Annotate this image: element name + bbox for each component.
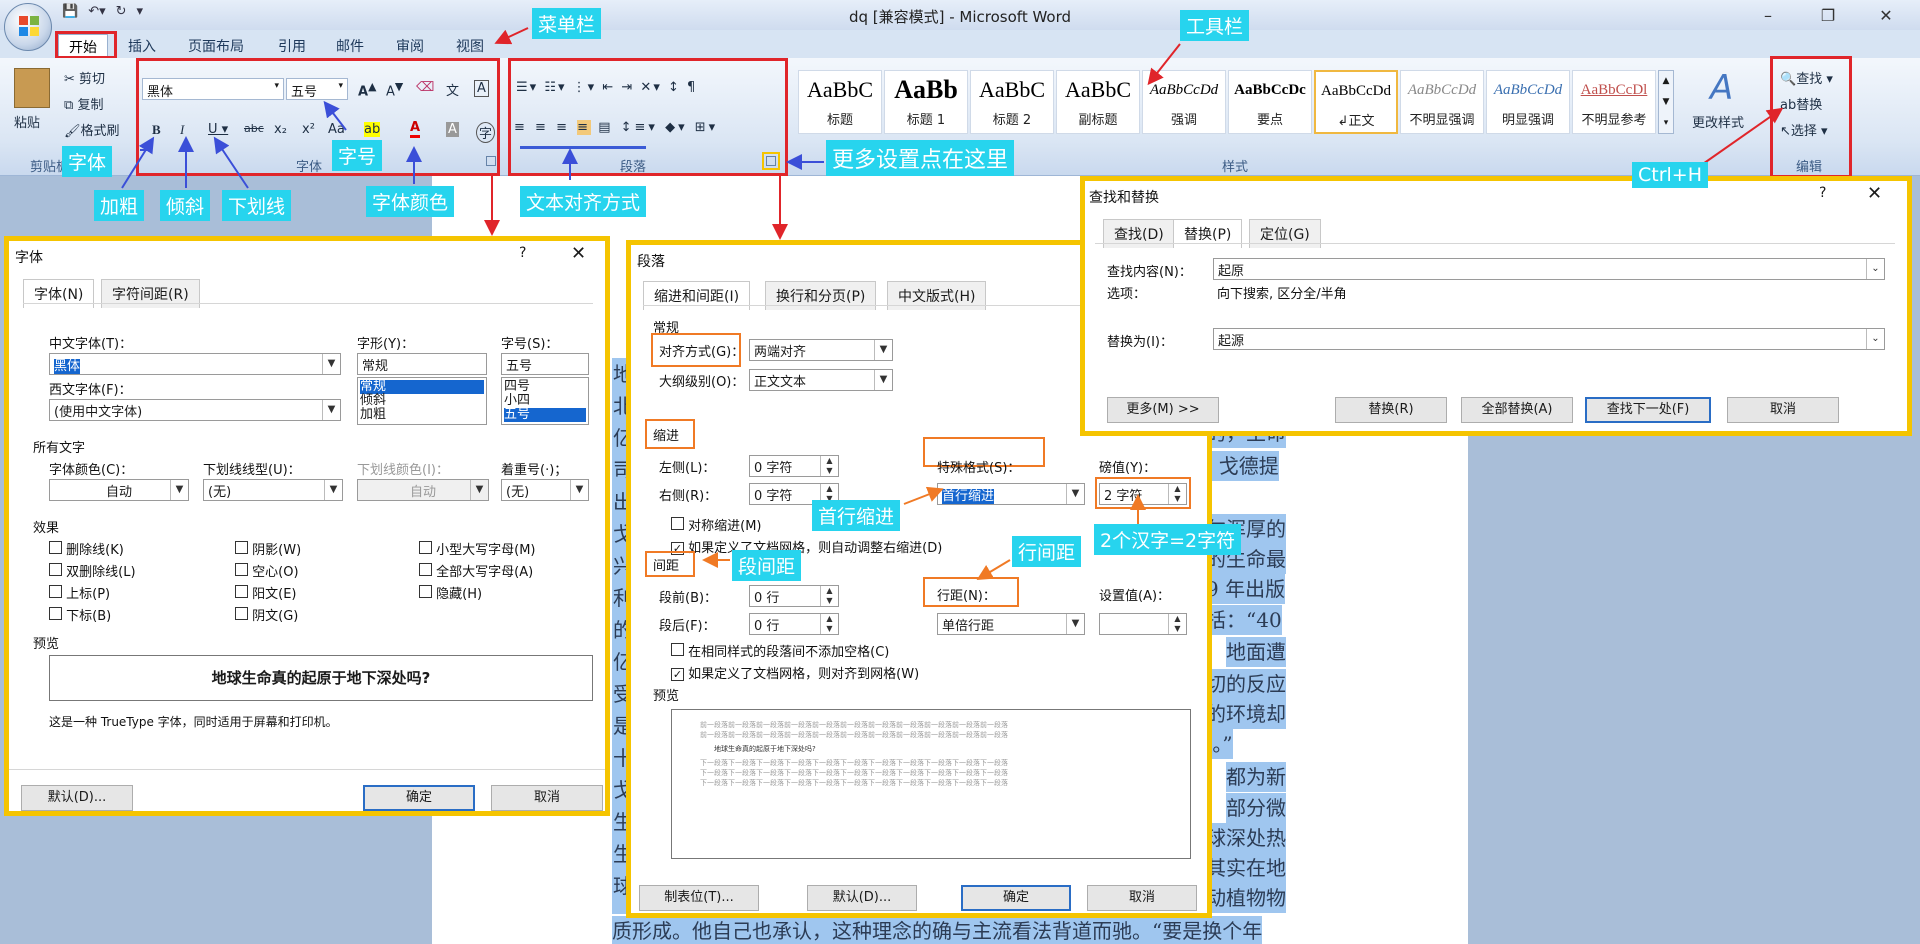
annotation-align: 文本对齐方式 — [520, 186, 647, 217]
office-logo-icon — [19, 16, 39, 36]
office-button[interactable] — [4, 3, 52, 51]
annotation-bold: 加粗 — [94, 190, 145, 221]
annotation-linespacing: 行间距 — [1012, 536, 1082, 567]
annotation-italic: 倾斜 — [160, 190, 211, 221]
annotation-font: 字体 — [62, 146, 113, 177]
annotation-fontcolor: 字体颜色 — [366, 186, 455, 217]
annotation-ctrlh: Ctrl+H — [1632, 162, 1709, 188]
annotation-more: 更多设置点在这里 — [826, 140, 1015, 176]
annotation-twochars: 2个汉字=2字符 — [1094, 524, 1242, 555]
annotation-toolbar: 工具栏 — [1180, 10, 1250, 41]
annotation-menubar: 菜单栏 — [532, 8, 602, 39]
annotation-firstindent: 首行缩进 — [812, 500, 901, 531]
annotation-underline: 下划线 — [222, 190, 292, 221]
annotation-paraspacing: 段间距 — [732, 550, 802, 581]
annotation-fontsize: 字号 — [332, 140, 383, 171]
